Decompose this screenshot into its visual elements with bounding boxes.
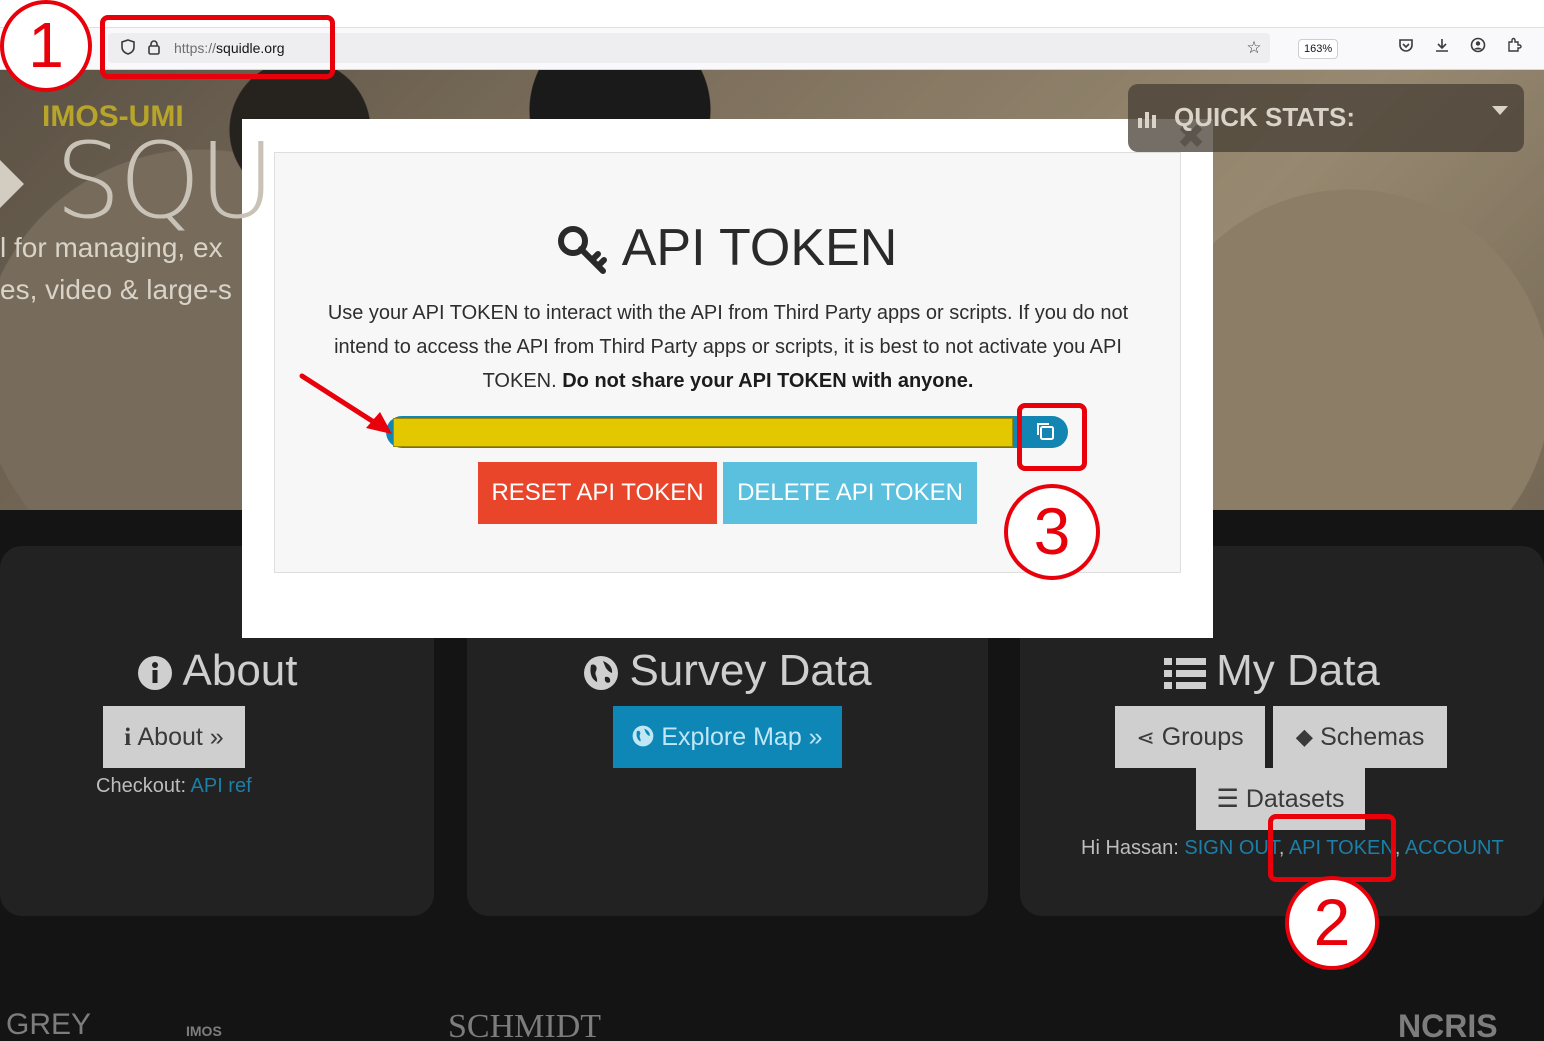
globe-icon <box>584 656 619 691</box>
globe-small-icon <box>633 726 654 747</box>
hero-tagline-2: es, video & large-s <box>0 274 232 305</box>
modal-title-text: API TOKEN <box>621 219 898 277</box>
share-icon: ⋖ <box>1136 725 1155 750</box>
about-button[interactable]: i About » <box>103 706 245 768</box>
modal-title: API TOKEN <box>242 218 1213 278</box>
hero-tagline-1: l for managing, ex <box>0 232 223 263</box>
schemas-button[interactable]: ⬥ Schemas <box>1273 706 1447 768</box>
bar-chart-icon <box>1138 112 1156 128</box>
info-icon <box>137 656 172 691</box>
modal-desc-warning: Do not share your API TOKEN with anyone. <box>562 370 974 392</box>
modal-description: Use your API TOKEN to interact with the … <box>300 296 1156 398</box>
modal-desc-line-2: intend to access the API from Third Part… <box>334 336 1122 358</box>
extensions-icon[interactable] <box>1503 37 1525 59</box>
my-data-heading: My Data <box>1000 646 1544 696</box>
sign-out-link[interactable]: SIGN OUT <box>1184 837 1278 859</box>
chevron-down-icon[interactable] <box>1492 106 1508 115</box>
about-button-label: About » <box>137 723 224 751</box>
modal-desc-line-3-plain: TOKEN. <box>482 370 557 392</box>
quick-stats-label: QUICK STATS: <box>1174 102 1356 132</box>
groups-label: Groups <box>1161 723 1244 751</box>
account-link[interactable]: ACCOUNT <box>1405 837 1504 859</box>
key-icon <box>557 226 607 275</box>
annotation-step-1: 1 <box>0 0 92 92</box>
survey-heading: Survey Data <box>467 646 988 696</box>
reset-api-token-button[interactable]: RESET API TOKEN <box>478 462 717 524</box>
schemas-label: Schemas <box>1320 723 1425 751</box>
bookmark-star-icon[interactable]: ☆ <box>1246 39 1262 57</box>
account-icon[interactable] <box>1467 37 1489 59</box>
groups-button[interactable]: ⋖ Groups <box>1115 706 1265 768</box>
explore-map-button[interactable]: Explore Map » <box>613 706 842 768</box>
list-small-icon: ☰ <box>1216 785 1239 813</box>
pocket-icon[interactable] <box>1395 37 1417 59</box>
hero-arrow-icon <box>0 160 24 208</box>
checkout-line: Checkout: API ref <box>96 775 252 798</box>
quick-stats-panel[interactable]: QUICK STATS: <box>1128 84 1524 152</box>
datasets-label: Datasets <box>1245 785 1345 813</box>
annotation-box-1 <box>100 15 335 79</box>
survey-title: Survey Data <box>629 646 872 695</box>
hero-logo-text: SQU <box>55 120 275 242</box>
tags-icon: ⬥ <box>1295 723 1314 751</box>
api-ref-link[interactable]: API ref <box>191 775 252 797</box>
my-data-title: My Data <box>1216 646 1380 695</box>
annotation-box-2 <box>1268 814 1396 882</box>
api-token-value-redacted[interactable] <box>393 418 1013 447</box>
greeting-text: Hi Hassan: <box>1081 837 1179 859</box>
partner-grey-logo: GREY <box>6 1008 92 1041</box>
annotation-step-3: 3 <box>1004 484 1100 580</box>
zoom-level-badge[interactable]: 163% <box>1298 39 1339 59</box>
about-heading: About <box>0 646 434 696</box>
downloads-icon[interactable] <box>1431 37 1453 59</box>
checkout-label: Checkout: <box>96 775 187 797</box>
annotation-arrow-icon <box>299 373 392 434</box>
info-small-icon: i <box>124 724 138 751</box>
explore-map-label: Explore Map » <box>661 723 823 751</box>
partner-schmidt-logo: SCHMIDT <box>448 1008 602 1041</box>
annotation-box-3 <box>1017 403 1087 471</box>
partner-imos-logo: IMOS <box>186 1023 222 1039</box>
modal-desc-line-3: TOKEN. Do not share your API TOKEN with … <box>300 364 1156 398</box>
delete-api-token-button[interactable]: DELETE API TOKEN <box>723 462 977 524</box>
about-title: About <box>182 646 298 695</box>
modal-desc-line-1: Use your API TOKEN to interact with the … <box>327 302 1129 324</box>
partner-ncris-logo: NCRIS <box>1398 1008 1498 1041</box>
list-icon <box>1164 658 1207 690</box>
annotation-step-2: 2 <box>1285 876 1379 970</box>
